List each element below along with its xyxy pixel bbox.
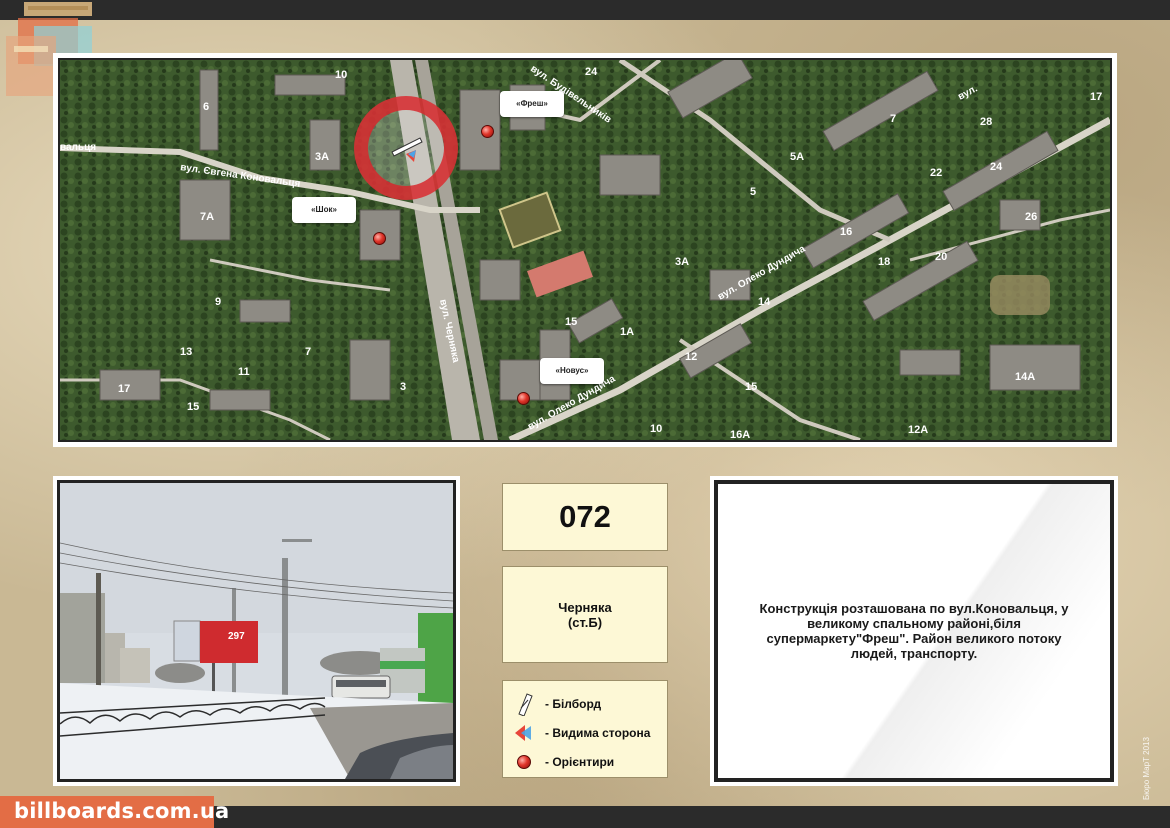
house-number: 17 <box>118 383 130 395</box>
house-number: 5А <box>790 151 804 163</box>
house-number: 3 <box>400 381 406 393</box>
landmark-callout-novus: «Новус» <box>540 358 604 384</box>
house-number: 17 <box>1090 91 1102 103</box>
house-number: 12А <box>908 424 928 436</box>
street-info: Черняка (ст.Б) <box>502 566 668 663</box>
street-photo[interactable]: 297 <box>57 480 456 782</box>
house-number: 18 <box>878 256 890 268</box>
visible-side-icon <box>513 722 535 744</box>
house-number: 6 <box>203 101 209 113</box>
house-number: 12 <box>685 351 697 363</box>
legend: - Білборд - Видима сторона - Орієнтири <box>502 680 668 778</box>
landmark-icon[interactable] <box>373 232 386 245</box>
house-number: 7 <box>890 113 896 125</box>
house-number: 10 <box>335 69 347 81</box>
legend-label: - Видима сторона <box>545 725 651 740</box>
map-panel: вул. Євгена Коновальця вул. Черняка вул.… <box>53 53 1117 447</box>
street-name: Черняка <box>558 599 612 615</box>
house-number: 22 <box>930 167 942 179</box>
house-number: 24 <box>585 66 598 78</box>
site-link[interactable]: billboards.com.ua <box>0 796 229 828</box>
house-number: 24 <box>990 161 1003 173</box>
house-number: 3А <box>675 256 689 268</box>
copyright-note: Бюро МарТ 2013 <box>1142 737 1151 800</box>
house-number: 3А <box>315 151 329 163</box>
billboard-code: 072 <box>502 483 668 551</box>
house-number: 15 <box>745 381 757 393</box>
legend-item-billboard: - Білборд <box>513 689 659 718</box>
landmark-icon[interactable] <box>517 392 530 405</box>
description-text: Конструкція розташована по вул.Коновальц… <box>759 601 1069 661</box>
landmark-icon <box>513 751 535 773</box>
house-number: 15 <box>187 401 199 413</box>
house-number: 16 <box>840 226 852 238</box>
house-number: 14А <box>1015 371 1035 383</box>
house-number: 20 <box>935 251 947 263</box>
description-box: Конструкція розташована по вул.Коновальц… <box>714 480 1114 782</box>
house-number: 16А <box>730 429 750 440</box>
photo-graphic: 297 <box>60 483 453 779</box>
legend-item-landmarks: - Орієнтири <box>513 747 659 776</box>
house-number: 14 <box>758 296 771 308</box>
billboard-icon <box>513 692 535 716</box>
legend-label: - Білборд <box>545 696 602 711</box>
house-number: 9 <box>215 296 221 308</box>
house-number: 1А <box>620 326 634 338</box>
house-number: 10 <box>650 423 662 435</box>
legend-item-visible-side: - Видима сторона <box>513 718 659 747</box>
legend-label: - Орієнтири <box>545 754 615 769</box>
street-label: вальця <box>60 142 96 153</box>
house-number: 7А <box>200 211 214 223</box>
description-panel: Конструкція розташована по вул.Коновальц… <box>710 476 1118 786</box>
landmark-callout-shok: «Шок» <box>292 197 356 223</box>
photo-panel: 297 <box>53 476 460 786</box>
house-number: 7 <box>305 346 311 358</box>
street-side: (ст.Б) <box>567 614 603 630</box>
house-number: 28 <box>980 116 992 128</box>
house-number: 15 <box>565 316 577 328</box>
billboard-icon <box>391 137 423 162</box>
house-number: 13 <box>180 346 192 358</box>
billboard-photo-text: 297 <box>228 631 245 642</box>
house-number: 11 <box>238 366 250 378</box>
house-number: 5 <box>750 186 756 198</box>
satellite-map[interactable]: вул. Євгена Коновальця вул. Черняка вул.… <box>58 58 1112 442</box>
house-number: 26 <box>1025 211 1037 223</box>
landmark-icon[interactable] <box>481 125 494 138</box>
top-bar <box>0 0 1170 20</box>
landmark-callout-fresh: «Фреш» <box>500 91 564 117</box>
